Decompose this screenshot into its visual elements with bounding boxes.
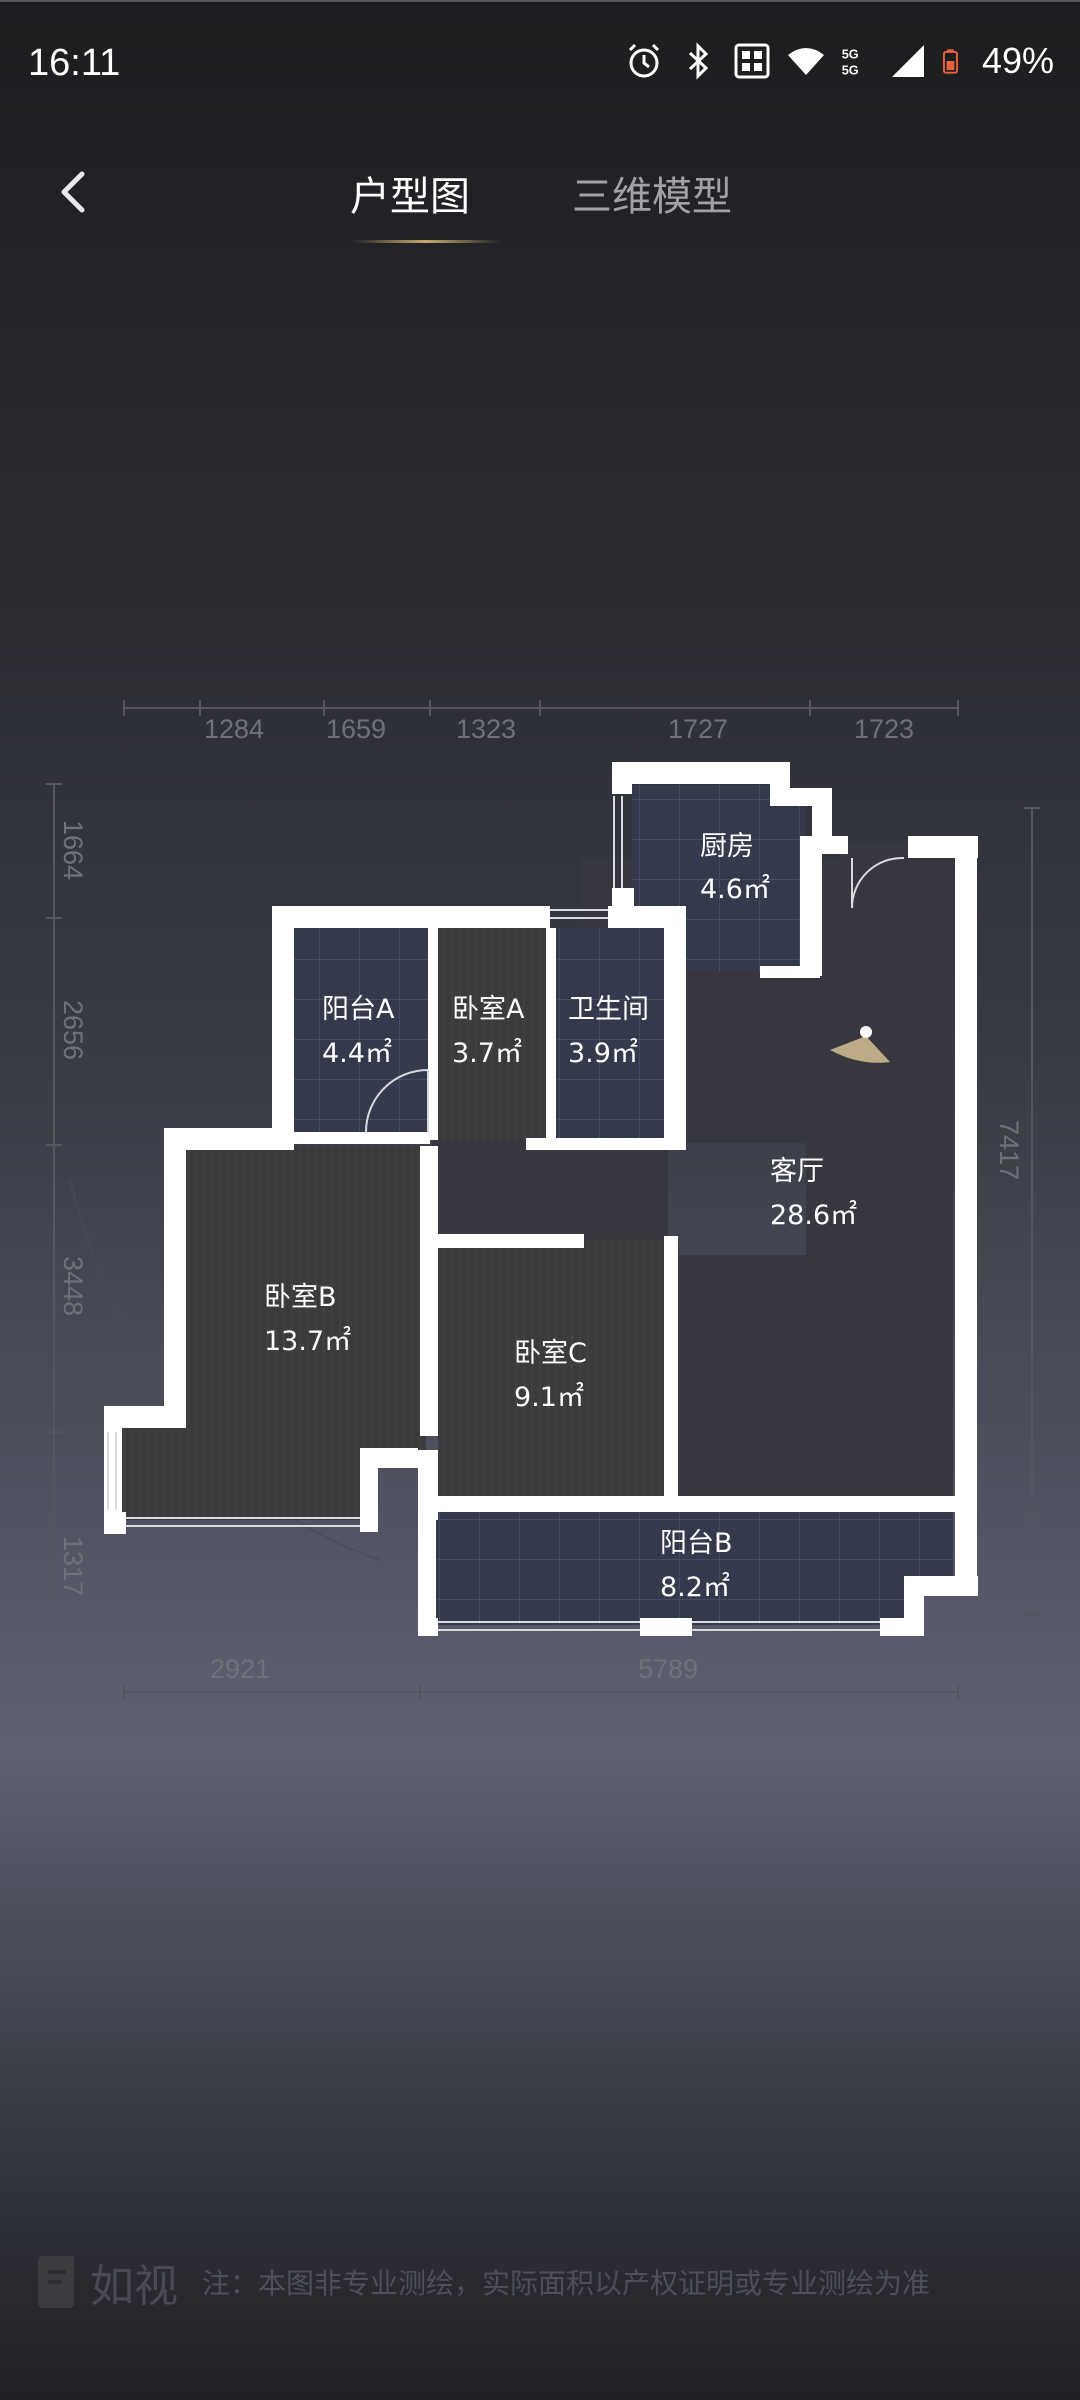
wall	[664, 1236, 678, 1506]
wall	[104, 1406, 122, 1530]
wall	[612, 762, 632, 794]
logo-mark-icon	[38, 2256, 74, 2308]
wall	[164, 1128, 186, 1418]
room-name-balcony-a: 阳台A	[322, 994, 395, 1025]
wall	[904, 1576, 924, 1636]
bathroom-floor	[550, 928, 668, 1140]
room-area-kitchen: 4.6㎡	[700, 874, 770, 905]
bedroom-c-floor	[438, 1240, 666, 1506]
brand-logo: 如视	[34, 2250, 178, 2314]
wall	[294, 1132, 430, 1144]
wall	[612, 762, 770, 784]
dim-top-2: 1659	[326, 714, 386, 744]
wall	[640, 1618, 692, 1636]
logo-text: 如视	[90, 2261, 178, 2312]
dim-left-4: 1317	[58, 1536, 88, 1596]
dim-top-3: 1323	[456, 714, 516, 744]
wall	[800, 836, 822, 976]
wall	[418, 1618, 438, 1636]
room-name-bathroom: 卫生间	[568, 994, 649, 1025]
room-name-kitchen: 厨房	[700, 831, 754, 862]
wall	[955, 836, 977, 1596]
dim-top-4: 1727	[668, 714, 728, 744]
room-area-bedroom-c: 9.1㎡	[514, 1382, 584, 1413]
room-name-bedroom-a: 卧室A	[452, 994, 525, 1025]
room-area-balcony-b: 8.2㎡	[660, 1572, 730, 1603]
dim-right-1: 7417	[994, 1120, 1024, 1180]
room-area-living-room: 28.6㎡	[770, 1200, 857, 1231]
wall	[272, 906, 294, 1146]
dim-left-2: 2656	[58, 1000, 88, 1060]
wall	[546, 928, 556, 1140]
wall	[664, 906, 686, 1148]
floor-plan[interactable]: 1284 1659 1323 1727 1723 1664 2656 3448 …	[0, 0, 1080, 2400]
wall	[420, 1146, 438, 1436]
wall	[104, 1512, 126, 1534]
room-area-bedroom-b: 13.7㎡	[264, 1326, 351, 1357]
room-name-bedroom-b: 卧室B	[264, 1282, 337, 1313]
wall	[360, 1448, 418, 1468]
dim-top-1: 1284	[204, 714, 264, 744]
wall	[432, 1234, 584, 1248]
wall	[432, 1496, 962, 1512]
dim-top-5: 1723	[854, 714, 914, 744]
room-area-bedroom-a: 3.7㎡	[452, 1038, 522, 1069]
room-area-balcony-a: 4.4㎡	[322, 1038, 392, 1069]
wall	[760, 966, 820, 978]
room-name-balcony-b: 阳台B	[660, 1528, 733, 1559]
dim-left-1: 1664	[58, 820, 88, 880]
wall	[428, 928, 438, 1140]
dim-bottom-2: 5789	[638, 1654, 698, 1684]
wall	[272, 906, 550, 928]
room-name-living-room: 客厅	[770, 1156, 824, 1187]
room-area-bathroom: 3.9㎡	[568, 1038, 638, 1069]
bedroom-a-floor	[430, 928, 548, 1140]
balcony-a-floor	[294, 928, 430, 1140]
dim-left-3: 3448	[58, 1256, 88, 1316]
room-name-bedroom-c: 卧室C	[514, 1338, 587, 1369]
wall	[526, 1138, 686, 1150]
wall	[418, 1510, 436, 1632]
dim-bottom-1: 2921	[210, 1654, 270, 1684]
disclaimer-note: 注：本图非专业测绘，实际面积以产权证明或专业测绘为准	[202, 2267, 931, 2300]
